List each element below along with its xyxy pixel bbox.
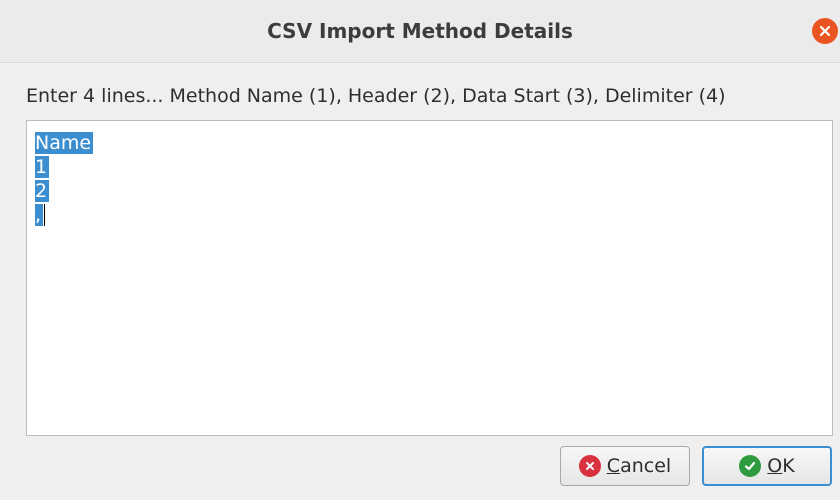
instruction-label: Enter 4 lines... Method Name (1), Header… bbox=[26, 85, 726, 107]
textarea-line-data-start: 2 bbox=[35, 180, 50, 202]
checkmark-icon bbox=[739, 455, 762, 477]
close-button[interactable] bbox=[812, 18, 838, 44]
textarea-line-delimiter: , bbox=[35, 203, 93, 227]
dialog-title: CSV Import Method Details bbox=[267, 19, 573, 43]
method-details-textarea[interactable]: Name 1 2 , bbox=[26, 120, 833, 436]
title-bar: CSV Import Method Details bbox=[0, 0, 840, 63]
cancel-button[interactable]: Cancel bbox=[560, 446, 690, 486]
cancel-label: Cancel bbox=[606, 455, 672, 477]
textarea-line-method-name: Name bbox=[35, 132, 94, 154]
textarea-content: Name 1 2 , bbox=[35, 131, 94, 227]
cancel-icon bbox=[578, 455, 601, 477]
textarea-line-header: 1 bbox=[35, 156, 50, 178]
close-icon bbox=[819, 25, 831, 37]
ok-button[interactable]: OK bbox=[702, 446, 832, 486]
ok-label: OK bbox=[767, 455, 795, 477]
text-caret bbox=[44, 204, 46, 226]
dialog-window: CSV Import Method Details Enter 4 lines.… bbox=[0, 0, 840, 500]
